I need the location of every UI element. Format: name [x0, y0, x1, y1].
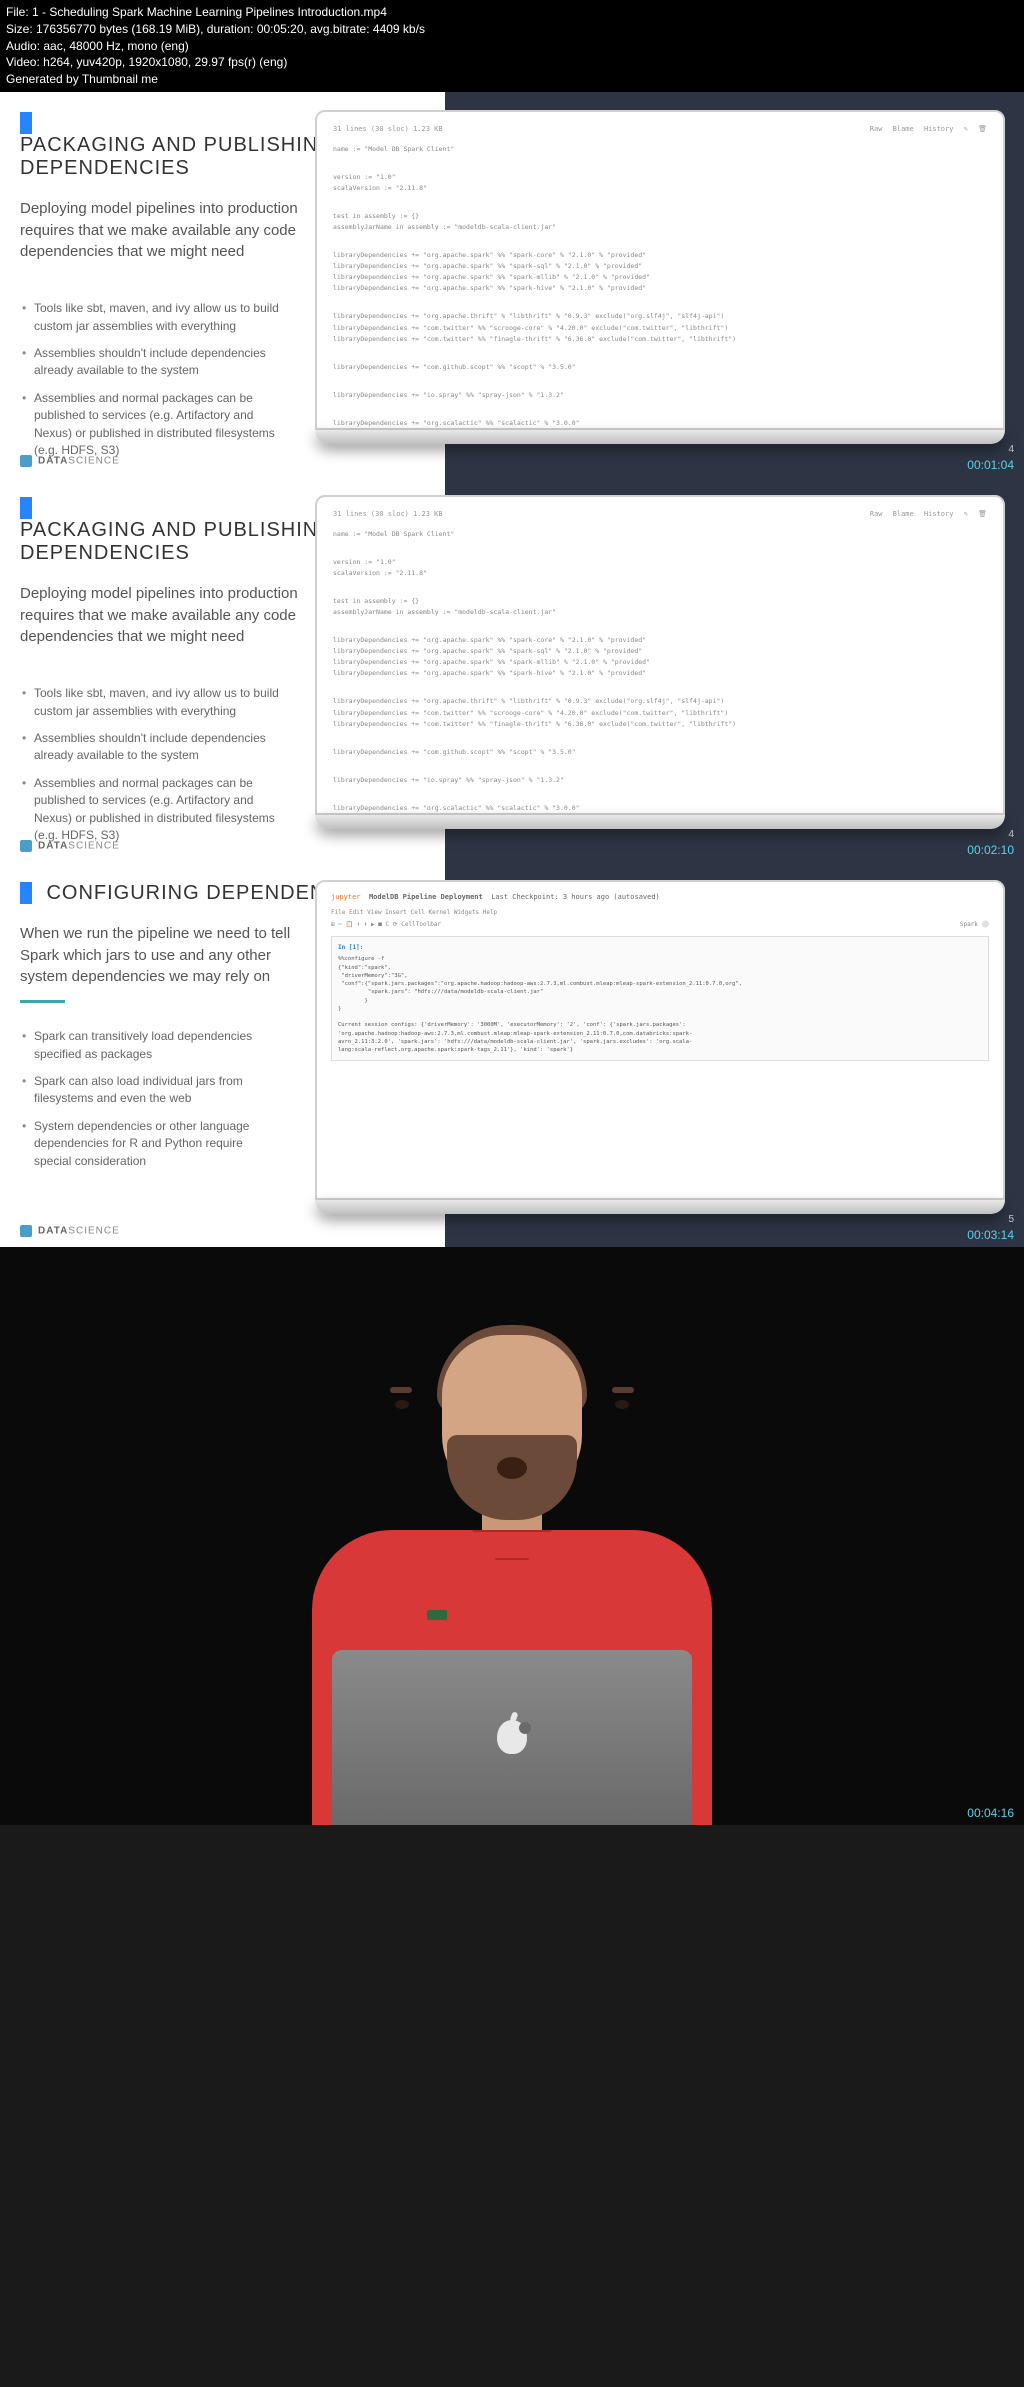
bullet-item: Assemblies shouldn't include dependencie… [20, 730, 280, 765]
trash-icon: 🗑 [978, 510, 987, 518]
laptop-mockup: 31 lines (30 sloc) 1.23 KB Raw Blame His… [315, 110, 1005, 450]
file-stats: 31 lines (30 sloc) 1.23 KB [333, 509, 443, 521]
slide-number: 4 [1008, 444, 1014, 455]
logo-cube-icon [20, 455, 32, 467]
in-label: In [1]: [338, 944, 363, 951]
file-actions: Raw Blame History ✎ 🗑 [864, 124, 987, 136]
jupyter-menu: File Edit View Insert Cell Kernel Widget… [331, 908, 989, 918]
spark-indicator: Spark ⚪ [960, 920, 989, 930]
bullet-item: Tools like sbt, maven, and ivy allow us … [20, 685, 280, 720]
bullet-item: Assemblies and normal packages can be pu… [20, 390, 280, 460]
slide-intro: When we run the pipeline we need to tell… [20, 923, 300, 988]
code-block: name := "Model DB Spark Client" version … [333, 529, 987, 815]
presenter-frame: 00:04:16 [0, 1247, 1024, 1825]
file-size: Size: 176356770 bytes (168.19 MiB), dura… [6, 21, 1018, 38]
file-stats: 31 lines (30 sloc) 1.23 KB [333, 124, 443, 136]
timestamp: 00:04:16 [967, 1806, 1014, 1820]
jupyter-logo: jupyter [331, 893, 361, 901]
jupyter-toolbar: ⊞ ✂ 📋 ⬆ ⬇ ▶ ■ C ⟳ CellToolbar [331, 920, 441, 930]
bullet-item: Assemblies shouldn't include dependencie… [20, 345, 280, 380]
presenter-laptop [332, 1650, 692, 1825]
underline-accent [20, 1000, 65, 1003]
cell-content: %%configure -f {"kind":"spark", "driverM… [338, 955, 982, 1054]
timestamp: 00:01:04 [967, 458, 1014, 472]
slide-number: 5 [1008, 1214, 1014, 1225]
slide-2: PACKAGING AND PUBLISHING DEPENDENCIES De… [0, 477, 1024, 862]
bullet-item: Assemblies and normal packages can be pu… [20, 775, 280, 845]
logo-cube-icon [20, 1225, 32, 1237]
file-video: Video: h264, yuv420p, 1920x1080, 29.97 f… [6, 54, 1018, 71]
datascience-logo: DATASCIENCE [20, 1225, 120, 1237]
presenter [302, 1305, 722, 1825]
notebook-title: ModelDB Pipeline Deployment [369, 893, 483, 901]
jupyter-screen: jupyter ModelDB Pipeline Deployment Last… [315, 880, 1005, 1200]
laptop-mockup: 31 lines (30 sloc) 1.23 KB Raw Blame His… [315, 495, 1005, 835]
pencil-icon: ✎ [964, 125, 968, 133]
file-name: File: 1 - Scheduling Spark Machine Learn… [6, 4, 1018, 21]
code-screen: 31 lines (30 sloc) 1.23 KB Raw Blame His… [315, 110, 1005, 430]
slide-intro: Deploying model pipelines into productio… [20, 583, 300, 648]
title-accent [20, 497, 32, 519]
slide-3: CONFIGURING DEPENDENCIES When we run the… [0, 862, 1024, 1247]
file-metadata: File: 1 - Scheduling Spark Machine Learn… [0, 0, 1024, 92]
file-audio: Audio: aac, 48000 Hz, mono (eng) [6, 38, 1018, 55]
file-generator: Generated by Thumbnail me [6, 71, 1018, 88]
logo-cube-icon [20, 840, 32, 852]
checkpoint-text: Last Checkpoint: 3 hours ago (autosaved) [491, 893, 660, 901]
title-accent [20, 882, 32, 904]
timestamp: 00:03:14 [967, 1228, 1014, 1242]
datascience-logo: DATASCIENCE [20, 840, 120, 852]
slide-intro: Deploying model pipelines into productio… [20, 198, 300, 263]
trash-icon: 🗑 [978, 125, 987, 133]
timestamp: 00:02:10 [967, 843, 1014, 857]
bullet-item: System dependencies or other language de… [20, 1118, 280, 1170]
bullet-item: Spark can transitively load dependencies… [20, 1028, 280, 1063]
code-screen: 31 lines (30 sloc) 1.23 KB Raw Blame His… [315, 495, 1005, 815]
bullet-item: Tools like sbt, maven, and ivy allow us … [20, 300, 280, 335]
lacoste-logo-icon [427, 1610, 447, 1620]
jupyter-cell: In [1]: %%configure -f {"kind":"spark", … [331, 936, 989, 1061]
slide-1: PACKAGING AND PUBLISHING DEPENDENCIES De… [0, 92, 1024, 477]
file-actions: Raw Blame History ✎ 🗑 [864, 509, 987, 521]
apple-logo-icon [497, 1720, 527, 1754]
title-accent [20, 112, 32, 134]
laptop-mockup: jupyter ModelDB Pipeline Deployment Last… [315, 880, 1005, 1220]
pencil-icon: ✎ [964, 510, 968, 518]
datascience-logo: DATASCIENCE [20, 455, 120, 467]
code-block: name := "Model DB Spark Client" version … [333, 144, 987, 430]
slide-number: 4 [1008, 829, 1014, 840]
bullet-item: Spark can also load individual jars from… [20, 1073, 280, 1108]
